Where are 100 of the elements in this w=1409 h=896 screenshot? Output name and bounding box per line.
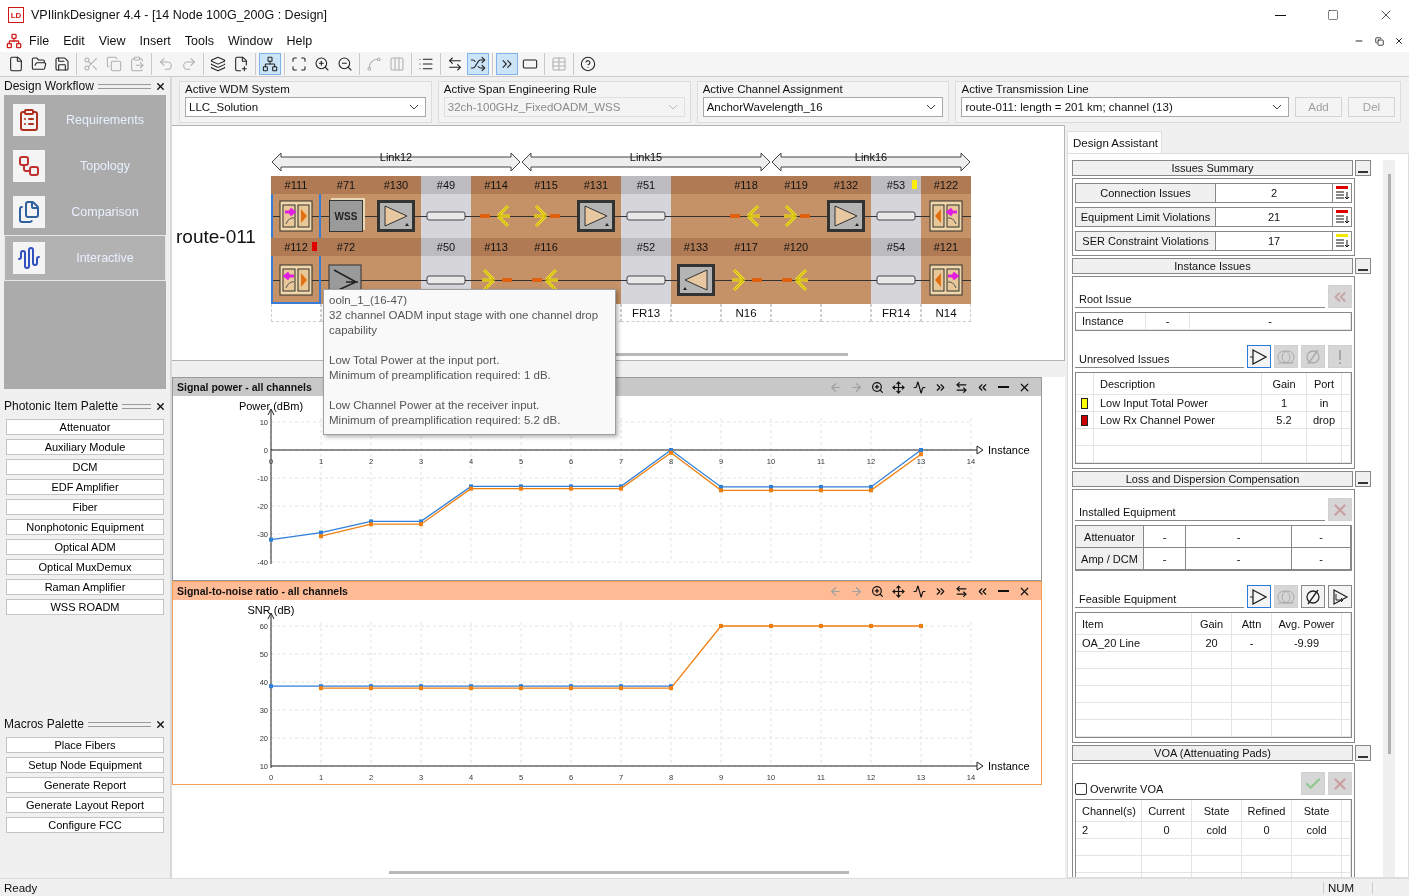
equipment-id: #115 (534, 179, 558, 191)
menu-item[interactable]: Insert (132, 32, 178, 50)
palette-button[interactable]: Raman Amplifier (6, 579, 164, 595)
equipment-id: #116 (534, 241, 558, 253)
section-header[interactable]: VOA (Attenuating Pads) (1072, 745, 1353, 761)
menu-item[interactable]: File (22, 32, 57, 50)
equipment-id: #118 (734, 179, 758, 191)
panel-title: Design Workflow (4, 79, 94, 93)
macro-button[interactable]: Configure FCC (6, 817, 164, 833)
subsection-label: Root Issue (1075, 293, 1325, 308)
table-cell: cold (1192, 822, 1242, 839)
equipment-id: #53 (886, 179, 906, 191)
column-header: Gain (1192, 613, 1232, 635)
tooltip-title: ooln_1_(16-47) (329, 293, 408, 308)
table-cell: cold (1292, 822, 1342, 839)
equipment-id: #54 (886, 241, 906, 253)
axis-title: Instance (988, 444, 1030, 456)
column-header: Channel(s) (1076, 800, 1142, 822)
equipment-id: #119 (784, 179, 808, 191)
palette-button[interactable]: Attenuator (6, 419, 164, 435)
palette-button[interactable]: Optical MuxDemux (6, 559, 164, 575)
macro-button[interactable]: Setup Node Equipment (6, 757, 164, 773)
column-header: Port (1307, 373, 1342, 395)
status-indicator: NUM (1323, 881, 1373, 894)
dropdown[interactable]: AnchorWavelength_16 (702, 97, 944, 117)
column-header: Refined (1242, 800, 1292, 822)
panel-title: Macros Palette (4, 717, 85, 731)
site-label: N14 (935, 306, 957, 319)
axis-title: Instance (988, 760, 1030, 772)
site-label: FR14 (881, 306, 911, 319)
route-name: route-011 (176, 225, 257, 248)
issue-label: Connection Issues (1075, 183, 1216, 203)
table-cell: 0 (1142, 822, 1192, 839)
dropdown[interactable]: LLC_Solution (185, 97, 426, 117)
table-cell: Low Rx Channel Power (1094, 412, 1262, 429)
equipment-id: #133 (683, 241, 709, 253)
equipment-id: #50 (436, 241, 456, 253)
menu-item[interactable]: Tools (177, 32, 222, 50)
table-cell: -9.99 (1272, 635, 1342, 652)
palette-button[interactable]: Nonphotonic Equipment (6, 519, 164, 535)
link-arrow[interactable]: Link12 (271, 151, 521, 173)
table-cell: 20 (1192, 635, 1232, 652)
macro-button[interactable]: Place Fibers (6, 737, 164, 753)
link-arrow[interactable]: Link15 (521, 151, 771, 173)
table-cell: - (1292, 548, 1351, 570)
section-header[interactable]: Instance Issues (1072, 258, 1353, 274)
section-header[interactable]: Loss and Dispersion Compensation (1072, 471, 1353, 487)
equipment-id: #132 (833, 179, 859, 191)
column-header: State (1192, 800, 1242, 822)
subsection-label: Feasible Equipment (1075, 593, 1244, 608)
table-cell: - (1146, 313, 1190, 330)
equipment-id: #111 (284, 179, 308, 191)
equipment-id: #49 (436, 179, 456, 191)
menu-item[interactable]: Help (279, 32, 320, 50)
menu-item[interactable]: Window (221, 32, 280, 50)
column-header: State (1292, 800, 1342, 822)
chart-title: Signal power - all channels (177, 381, 313, 393)
equipment-id: #52 (636, 241, 656, 253)
issue-count: 21 (1216, 207, 1333, 227)
issue-count: 17 (1216, 231, 1333, 251)
field-label: Active Span Engineering Rule (443, 83, 598, 95)
equipment-id: #72 (336, 241, 356, 253)
dropdown[interactable]: route-011: length = 201 km; channel (13) (961, 97, 1289, 117)
tooltip-description: 32 channel OADM input stage with one channel drop capability (329, 308, 600, 338)
app-logo: LD (8, 7, 24, 23)
palette-button[interactable]: Auxiliary Module (6, 439, 164, 455)
issue-count: 2 (1216, 183, 1333, 203)
palette-button[interactable]: DCM (6, 459, 164, 475)
table-cell: - (1144, 548, 1186, 570)
section-header[interactable]: Issues Summary (1072, 160, 1353, 176)
table-cell: - (1144, 526, 1186, 548)
table-cell: OA_20 Line (1076, 635, 1192, 652)
palette-button[interactable]: Optical ADM (6, 539, 164, 555)
chart-title: Signal-to-noise ratio - all channels (177, 585, 349, 597)
table-cell: Low Input Total Power (1094, 395, 1262, 412)
link-arrow[interactable]: Link16 (771, 151, 971, 173)
tooltip-note: Low Total Power at the input port. Minimum of preamplification required: 1 dB. (329, 353, 552, 383)
macro-button[interactable]: Generate Layout Report (6, 797, 164, 813)
tooltip-note: Low Channel Power at the receiver input. Minimum of preamplification required: 5.2 dB. (329, 398, 562, 428)
table-cell: - (1232, 635, 1272, 652)
issue-label: Equipment Limit Violations (1075, 207, 1216, 227)
subsection-label: Unresolved Issues (1075, 353, 1244, 368)
tab[interactable]: Design Assistant (1067, 131, 1162, 153)
macro-button[interactable]: Generate Report (6, 777, 164, 793)
site-label: FR13 (631, 306, 661, 319)
palette-button[interactable]: EDF Amplifier (6, 479, 164, 495)
column-header: Current (1142, 800, 1192, 822)
equipment-id: #112 (284, 241, 308, 253)
palette-button[interactable]: Fiber (6, 499, 164, 515)
axis-title: Power (dBm) (238, 400, 304, 412)
table-cell: - (1292, 526, 1351, 548)
palette-button[interactable]: WSS ROADM (6, 599, 164, 615)
field-label: Active Channel Assignment (702, 83, 844, 95)
menu-item[interactable]: Edit (56, 32, 92, 50)
subsection-label: Installed Equipment (1075, 506, 1325, 521)
overwrite-checkbox[interactable]: Overwrite VOA (1075, 783, 1164, 795)
equipment-id: #71 (336, 179, 356, 191)
menu-item[interactable]: View (91, 32, 133, 50)
table-cell: 0 (1242, 822, 1292, 839)
site-label: N16 (735, 306, 757, 319)
